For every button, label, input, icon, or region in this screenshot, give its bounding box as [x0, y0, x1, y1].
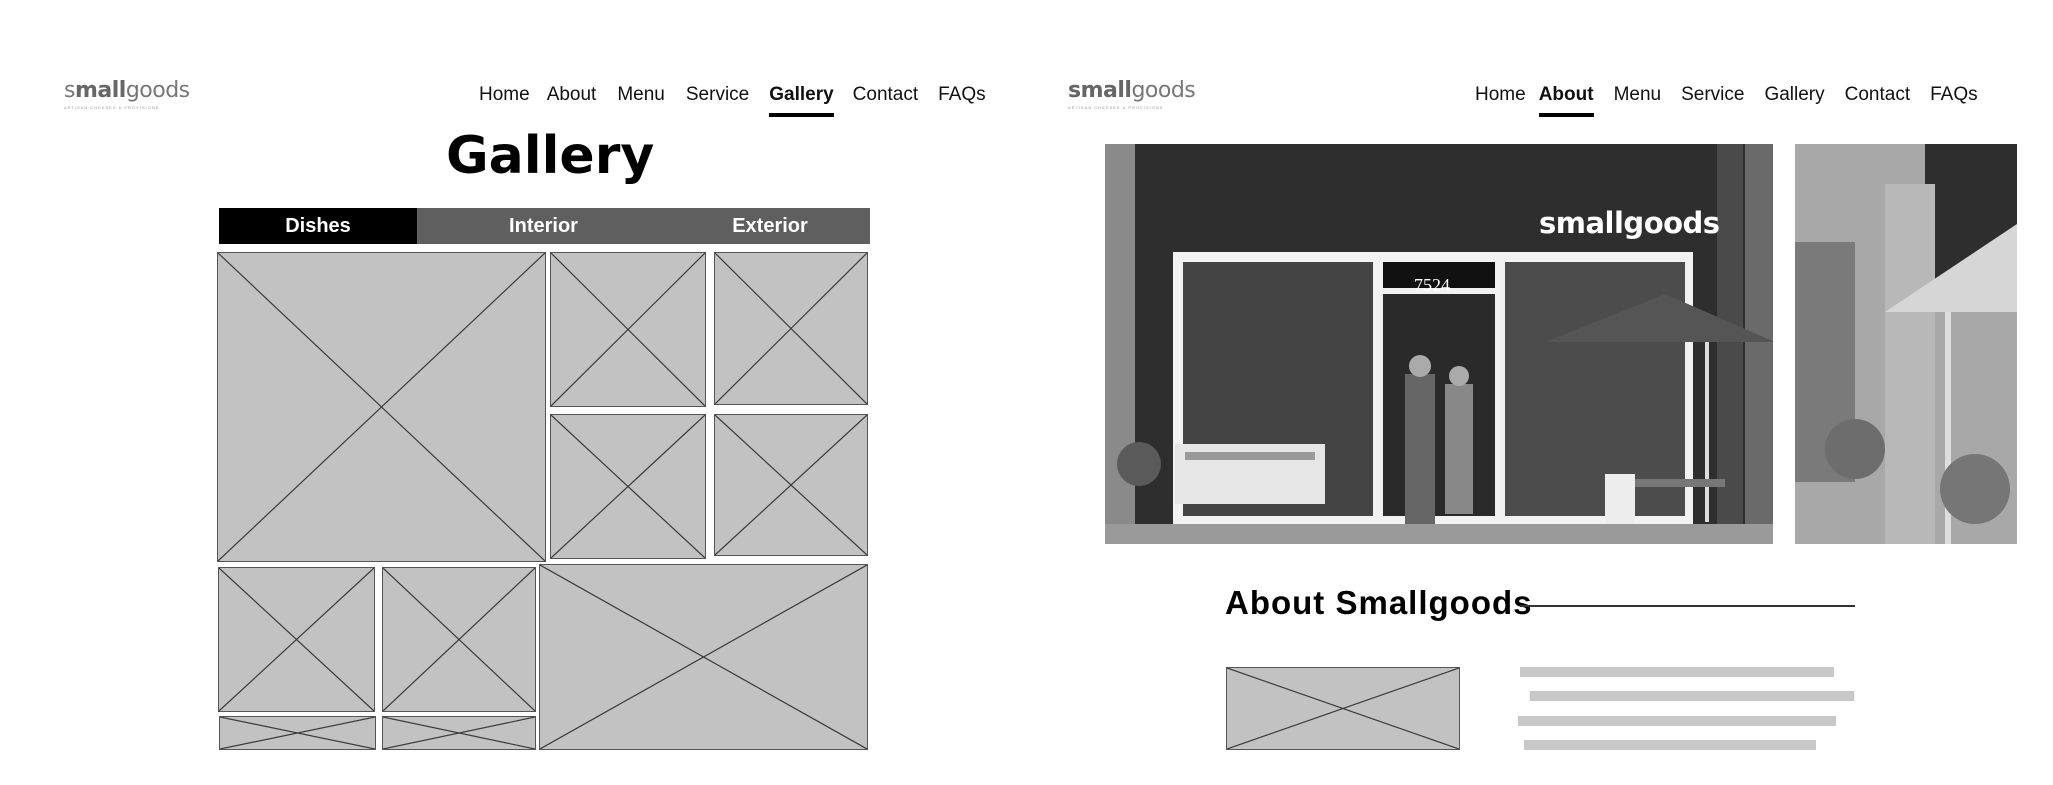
logo-wordmark: smallgoods — [1068, 78, 1196, 103]
nav-about[interactable]: About — [547, 84, 597, 117]
storefront-side-illustration — [1795, 144, 2017, 544]
main-nav: Home About Menu Service Gallery Contact … — [1475, 84, 1978, 117]
logo-tagline: ARTISAN CHEESES & PROVISIONS — [1068, 105, 1164, 110]
address-number: 7524 — [1414, 275, 1450, 295]
placeholder-cross-icon — [220, 717, 375, 749]
logo-tagline: ARTISAN CHEESES & PROVISIONS — [64, 105, 160, 110]
text-line-placeholder — [1518, 716, 1836, 726]
gallery-tabs: Dishes Interior Exterior — [219, 208, 870, 244]
gallery-page-mockup: smallgoods ARTISAN CHEESES & PROVISIONS … — [0, 0, 1020, 785]
nav-about[interactable]: About — [1538, 84, 1594, 117]
image-placeholder[interactable] — [714, 252, 868, 405]
placeholder-cross-icon — [219, 568, 374, 711]
storefront-side-photo — [1795, 144, 2017, 544]
image-placeholder[interactable] — [550, 414, 706, 559]
main-nav: Home About Menu Service Gallery Contact … — [479, 84, 986, 117]
image-placeholder[interactable] — [217, 252, 546, 562]
nav-contact[interactable]: Contact — [853, 84, 918, 117]
image-placeholder[interactable] — [539, 564, 868, 750]
image-placeholder[interactable] — [218, 567, 375, 712]
nav-service[interactable]: Service — [1681, 84, 1744, 117]
text-line-placeholder — [1530, 691, 1854, 701]
nav-contact[interactable]: Contact — [1845, 84, 1910, 117]
page-title: Gallery — [446, 126, 655, 186]
image-placeholder[interactable] — [382, 567, 536, 712]
logo-wordmark: smallgoods — [64, 78, 190, 103]
nav-menu[interactable]: Menu — [617, 84, 665, 117]
text-line-placeholder — [1520, 667, 1834, 677]
tab-interior[interactable]: Interior — [417, 208, 670, 244]
logo[interactable]: smallgoods ARTISAN CHEESES & PROVISIONS — [64, 78, 190, 110]
image-placeholder[interactable] — [382, 716, 536, 750]
section-heading: About Smallgoods — [1225, 584, 1533, 621]
text-line-placeholder — [1524, 740, 1816, 750]
placeholder-cross-icon — [383, 717, 535, 749]
image-placeholder[interactable] — [714, 414, 868, 556]
image-placeholder[interactable] — [219, 716, 376, 750]
about-page-mockup: smallgoods ARTISAN CHEESES & PROVISIONS … — [1030, 0, 2053, 785]
nav-gallery[interactable]: Gallery — [769, 84, 834, 117]
nav-faqs[interactable]: FAQs — [938, 84, 986, 117]
tab-exterior[interactable]: Exterior — [670, 208, 870, 244]
logo[interactable]: smallgoods ARTISAN CHEESES & PROVISIONS — [1068, 78, 1196, 110]
placeholder-cross-icon — [540, 565, 867, 749]
nav-menu[interactable]: Menu — [1614, 84, 1662, 117]
nav-faqs[interactable]: FAQs — [1930, 84, 1978, 117]
nav-gallery[interactable]: Gallery — [1764, 84, 1824, 117]
placeholder-cross-icon — [715, 253, 867, 404]
placeholder-cross-icon — [383, 568, 535, 711]
placeholder-cross-icon — [715, 415, 867, 555]
nav-home[interactable]: Home — [479, 84, 530, 117]
image-placeholder[interactable] — [1226, 667, 1460, 750]
nav-service[interactable]: Service — [686, 84, 749, 117]
heading-rule — [1520, 605, 1855, 607]
placeholder-cross-icon — [1227, 668, 1459, 749]
storefront-photo: smallgoods 7524 — [1105, 144, 1773, 544]
image-placeholder[interactable] — [550, 252, 706, 407]
placeholder-cross-icon — [551, 253, 705, 406]
storefront-illustration — [1105, 144, 1773, 544]
placeholder-cross-icon — [218, 253, 545, 561]
store-sign: smallgoods — [1539, 206, 1720, 240]
tab-dishes[interactable]: Dishes — [219, 208, 417, 244]
placeholder-cross-icon — [551, 415, 705, 558]
nav-home[interactable]: Home — [1475, 84, 1526, 117]
